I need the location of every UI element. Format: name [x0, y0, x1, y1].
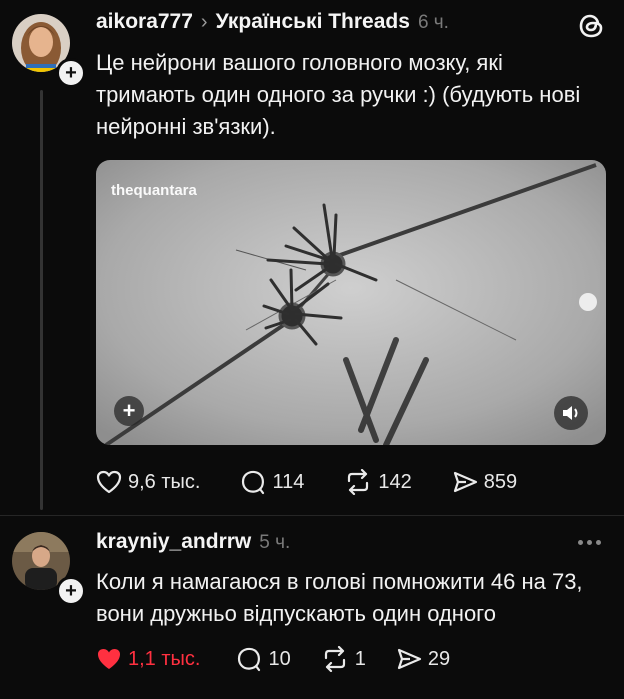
- reply-share-count: 29: [427, 647, 451, 670]
- repost-icon: [348, 469, 369, 495]
- share-icon: [453, 471, 477, 493]
- post-header: aikora777 › Українські Threads 6 ч.: [96, 10, 449, 34]
- more-icon[interactable]: [578, 540, 601, 545]
- post-time: 6 ч.: [417, 12, 449, 33]
- reply-username[interactable]: krayniy_andrrw: [96, 530, 251, 554]
- reply-text: Коли я намагаюся в голові помножити 46 н…: [96, 569, 583, 626]
- reply-time: 5 ч.: [259, 532, 291, 553]
- repost-icon: [324, 646, 345, 672]
- reply-actions: 1,1 тыс. 10 1 29: [96, 646, 450, 672]
- follow-plus-icon[interactable]: +: [56, 58, 86, 88]
- reply-like-button[interactable]: 1,1 тыс.: [96, 647, 200, 671]
- share-icon: [397, 648, 421, 670]
- neurons-image: [96, 160, 606, 445]
- post-media-video[interactable]: thequantara +: [96, 160, 606, 445]
- post-actions: 9,6 тыс. 114 142 859: [96, 469, 517, 495]
- thread-connector-line: [40, 90, 43, 510]
- reply-header: krayniy_andrrw 5 ч.: [96, 530, 290, 554]
- threads-logo-icon[interactable]: [578, 12, 606, 45]
- repost-button[interactable]: 142: [344, 469, 412, 495]
- repost-count: 142: [378, 470, 412, 493]
- post-text: Це нейрони вашого головного мозку, які т…: [96, 50, 581, 139]
- share-count: 859: [483, 470, 518, 493]
- reply-share-button[interactable]: 29: [396, 647, 450, 671]
- like-button[interactable]: 9,6 тыс.: [96, 470, 200, 494]
- heart-icon: [96, 470, 122, 494]
- comment-icon: [238, 647, 261, 672]
- like-count: 9,6 тыс.: [128, 470, 201, 493]
- heart-filled-icon: [98, 649, 120, 669]
- media-add-icon[interactable]: +: [114, 396, 144, 426]
- comment-count: 114: [272, 470, 305, 493]
- reply-comment-count: 10: [268, 647, 291, 670]
- share-button[interactable]: 859: [452, 470, 517, 494]
- media-watermark: thequantara: [111, 182, 197, 199]
- post-community[interactable]: Українські Threads: [216, 10, 410, 34]
- post-divider: [0, 515, 624, 516]
- follow-plus-icon-reply[interactable]: +: [56, 576, 86, 606]
- comment-button[interactable]: 114: [240, 469, 304, 495]
- post-username[interactable]: aikora777: [96, 10, 193, 34]
- volume-icon[interactable]: [554, 396, 588, 430]
- reply-like-count: 1,1 тыс.: [128, 647, 201, 670]
- reply-repost-count: 1: [354, 647, 366, 670]
- community-separator: ›: [200, 11, 208, 33]
- comment-icon: [242, 470, 265, 495]
- reply-repost-button[interactable]: 1: [321, 646, 366, 672]
- reply-comment-button[interactable]: 10: [236, 646, 291, 672]
